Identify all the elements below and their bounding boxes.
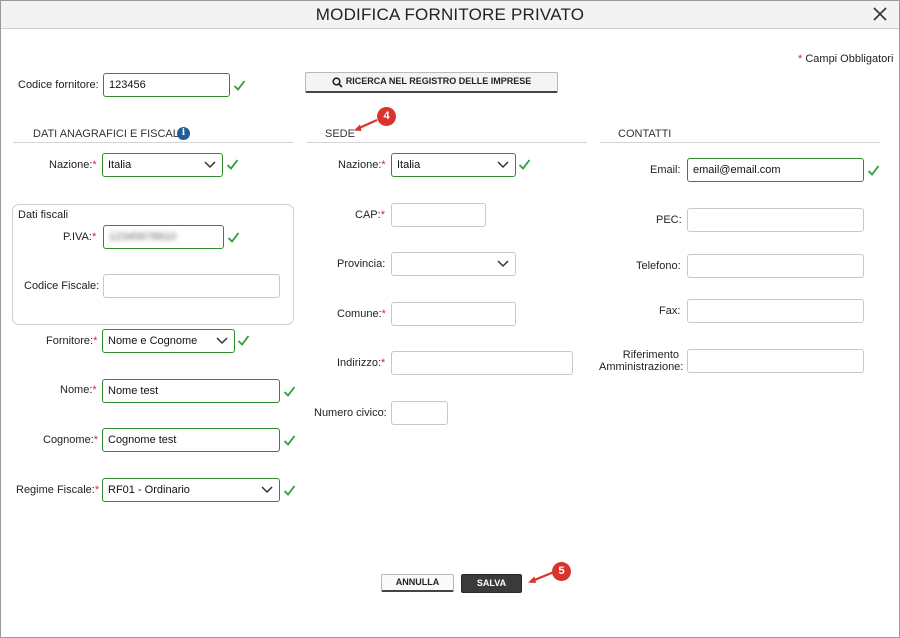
cognome-label: Cognome:* (43, 434, 99, 446)
dialog-title: MODIFICA FORNITORE PRIVATO (315, 5, 585, 24)
email-input[interactable]: email@email.com (687, 158, 864, 182)
comune-input[interactable] (391, 302, 516, 326)
fiscal-group-title: Dati fiscali (18, 209, 69, 221)
search-register-button[interactable]: RICERCA NEL REGISTRO DELLE IMPRESE (305, 72, 558, 93)
indirizzo-input[interactable] (391, 351, 573, 375)
numero-civico-label: Numero civico: (314, 407, 387, 419)
nazione-label: Nazione:* (49, 159, 97, 171)
provincia-select[interactable] (391, 252, 516, 276)
telefono-input[interactable] (687, 254, 864, 278)
valid-check-icon (867, 165, 880, 176)
search-icon (332, 77, 343, 88)
codice-fiscale-input[interactable] (103, 274, 280, 298)
numero-civico-input[interactable] (391, 401, 448, 425)
valid-check-icon (283, 435, 296, 446)
email-label: Email: (650, 164, 681, 176)
cancel-button[interactable]: ANNULLA (381, 574, 454, 592)
valid-check-icon (518, 159, 531, 170)
nome-label: Nome:* (60, 384, 97, 396)
valid-check-icon (226, 159, 239, 170)
piva-label: P.IVA:* (63, 231, 97, 243)
dialog-window: MODIFICA FORNITORE PRIVATO * Campi Obbli… (0, 0, 900, 638)
info-icon[interactable]: i (177, 127, 190, 140)
nome-input[interactable]: Nome test (102, 379, 280, 403)
piva-input[interactable]: 12345678910 (103, 225, 224, 249)
pec-input[interactable] (687, 208, 864, 232)
pec-label: PEC: (656, 214, 682, 226)
sede-nazione-label: Nazione:* (338, 159, 386, 171)
provincia-label: Provincia: (337, 258, 386, 270)
chevron-down-icon (497, 161, 509, 169)
annotation-badge-5: 5 (552, 562, 571, 581)
chevron-down-icon (216, 337, 228, 345)
valid-check-icon (237, 335, 250, 346)
fornitore-label: Fornitore:* (46, 335, 98, 347)
close-icon[interactable] (871, 5, 889, 23)
section-heading-contatti: CONTATTI (618, 128, 672, 140)
fax-label: Fax: (659, 305, 681, 317)
supplier-code-label: Codice fornitore: (18, 79, 99, 91)
cap-label: CAP:* (355, 209, 385, 221)
chevron-down-icon (497, 260, 509, 268)
section-heading-anagrafica: DATI ANAGRAFICI E FISCALI (33, 128, 182, 140)
telefono-label: Telefono: (636, 260, 681, 272)
chevron-down-icon (261, 486, 273, 494)
divider (13, 142, 293, 143)
fax-input[interactable] (687, 299, 864, 323)
valid-check-icon (233, 80, 246, 91)
divider (307, 142, 587, 143)
riferimento-label: Riferimento Amministrazione: (599, 349, 684, 373)
supplier-code-input[interactable]: 123456 (103, 73, 230, 97)
fiscal-data-group (12, 204, 294, 325)
chevron-down-icon (204, 161, 216, 169)
nazione-select[interactable]: Italia (102, 153, 223, 177)
comune-label: Comune:* (337, 308, 386, 320)
section-heading-sede: SEDE (325, 128, 355, 140)
valid-check-icon (283, 386, 296, 397)
riferimento-input[interactable] (687, 349, 864, 373)
fornitore-select[interactable]: Nome e Cognome (102, 329, 235, 353)
annotation-arrow-icon (354, 118, 378, 131)
divider (600, 142, 880, 143)
regime-fiscale-label: Regime Fiscale:* (16, 484, 100, 496)
save-button[interactable]: SALVA (461, 574, 522, 593)
valid-check-icon (283, 485, 296, 496)
regime-fiscale-select[interactable]: RF01 - Ordinario (102, 478, 280, 502)
required-fields-note: * Campi Obbligatori (798, 53, 894, 65)
codice-fiscale-label: Codice Fiscale: (24, 280, 100, 292)
annotation-badge-4: 4 (377, 107, 396, 126)
indirizzo-label: Indirizzo:* (337, 357, 386, 369)
title-bar: MODIFICA FORNITORE PRIVATO (1, 1, 899, 29)
cognome-input[interactable]: Cognome test (102, 428, 280, 452)
valid-check-icon (227, 232, 240, 243)
cap-input[interactable] (391, 203, 486, 227)
sede-nazione-select[interactable]: Italia (391, 153, 516, 177)
